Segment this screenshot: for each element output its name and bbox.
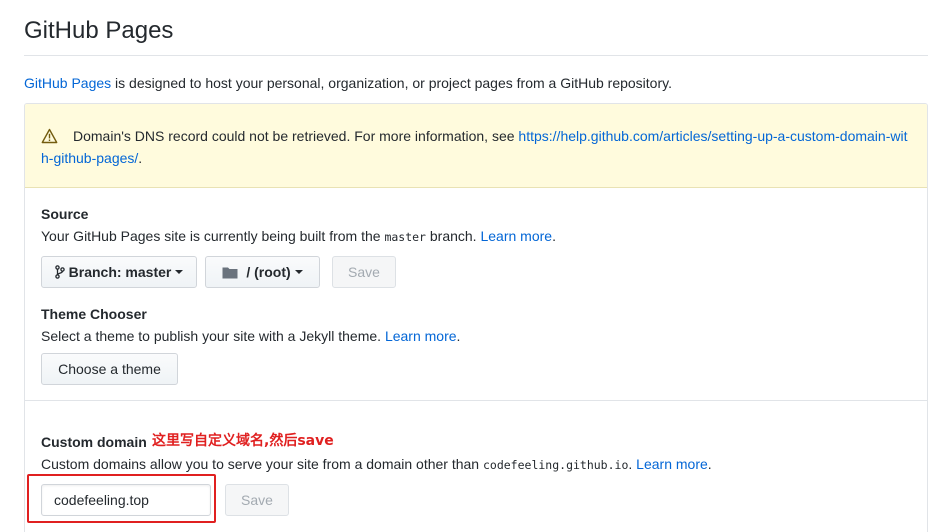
source-title: Source [41,206,89,222]
theme-chooser-description: Select a theme to publish your site with… [41,328,460,344]
default-domain-code: codefeeling.github.io [482,458,629,472]
theme-chooser-title: Theme Chooser [41,306,147,322]
custom-domain-title: Custom domain [41,434,147,450]
custom-domain-desc-after: . [628,456,637,472]
dns-warning-period: . [138,150,143,166]
folder-select-label: / (root) [246,264,291,280]
pages-settings-box: Domain's DNS record could not be retriev… [24,103,928,532]
source-desc-before: Your GitHub Pages site is currently bein… [41,228,385,244]
dns-warning-message: Domain's DNS record could not be retriev… [73,128,519,144]
source-description: Your GitHub Pages site is currently bein… [41,228,556,244]
source-period: . [552,228,556,244]
choose-theme-button[interactable]: Choose a theme [41,353,178,385]
dns-warning-text: Domain's DNS record could not be retriev… [41,125,911,169]
section-divider [25,400,927,401]
chevron-down-icon [294,270,303,274]
custom-domain-desc-before: Custom domains allow you to serve your s… [41,456,483,472]
annotation-note: 这里写自定义域名,然后save [152,433,334,449]
source-save-button[interactable]: Save [332,256,396,288]
theme-learn-more-link[interactable]: Learn more [385,328,457,344]
git-branch-icon [54,265,65,279]
chevron-down-icon [175,270,184,274]
branch-select-button[interactable]: Branch: master [41,256,197,288]
source-learn-more-link[interactable]: Learn more [480,228,552,244]
branch-select-label: Branch: master [68,264,172,280]
intro-text: GitHub Pages is designed to host your pe… [24,75,672,91]
github-pages-link[interactable]: GitHub Pages [24,75,111,91]
source-desc-after: branch. [425,228,481,244]
page-title: GitHub Pages [24,17,174,44]
theme-period: . [456,328,461,344]
custom-domain-learn-more-link[interactable]: Learn more [636,456,708,472]
custom-domain-description: Custom domains allow you to serve your s… [41,456,712,472]
custom-domain-input[interactable] [41,484,211,516]
branch-name-code: master [384,230,426,244]
folder-select-button[interactable]: / (root) [205,256,320,288]
custom-domain-save-button[interactable]: Save [225,484,289,516]
title-divider [24,55,928,56]
dns-warning-flash: Domain's DNS record could not be retriev… [25,104,927,188]
custom-domain-period: . [707,456,712,472]
theme-desc-text: Select a theme to publish your site with… [41,328,385,344]
intro-description: is designed to host your personal, organ… [111,75,672,91]
folder-icon [222,267,238,278]
